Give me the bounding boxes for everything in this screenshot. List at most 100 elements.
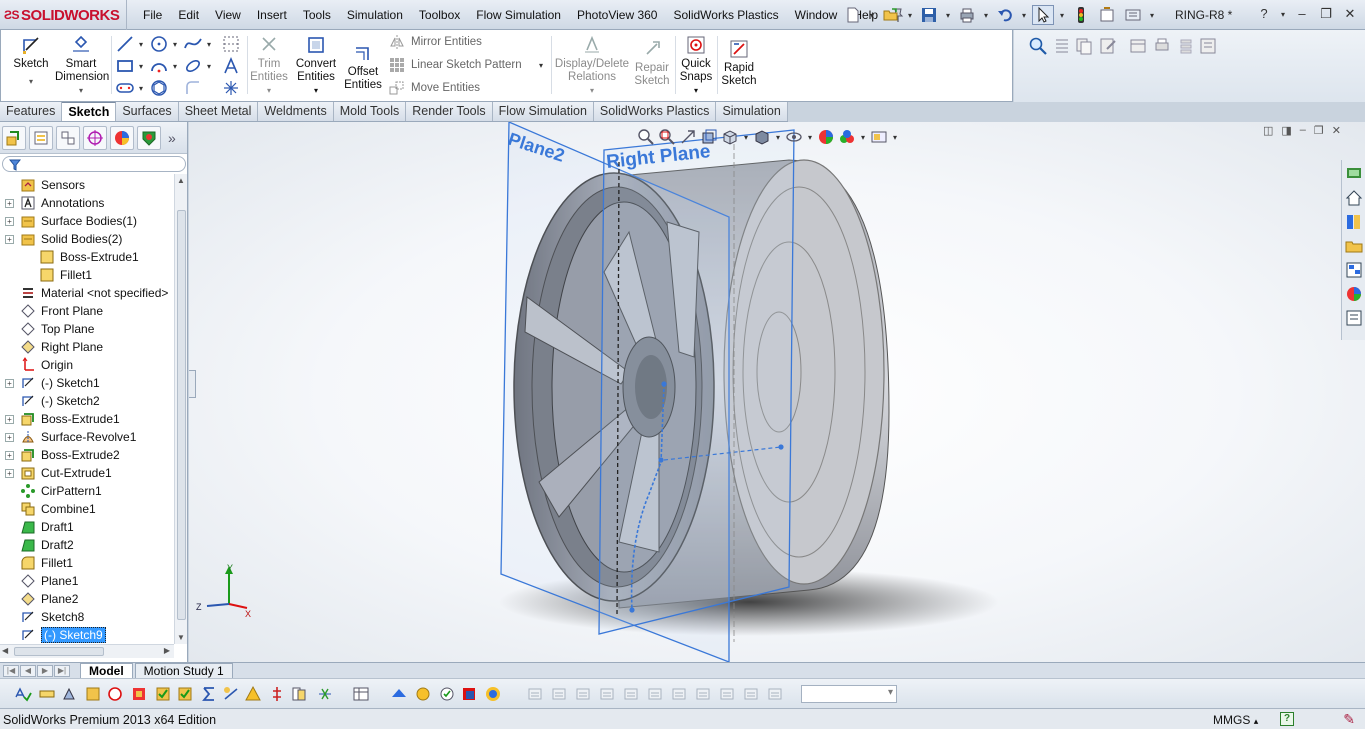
sketch-button[interactable]: Sketch ▾ xyxy=(11,34,51,88)
disabled-tool-icon[interactable] xyxy=(598,685,616,703)
tree-node-origin[interactable]: Origin xyxy=(0,356,174,374)
tab-model[interactable]: Model xyxy=(80,662,133,679)
zoom-to-fit-icon[interactable] xyxy=(637,128,655,146)
tree-node-sensors[interactable]: Sensors xyxy=(0,176,174,194)
tab-flow-simulation[interactable]: Flow Simulation xyxy=(492,102,594,121)
tree-node-fillet1[interactable]: Fillet1 xyxy=(0,554,174,572)
view-orientation-icon[interactable] xyxy=(721,128,739,146)
menu-simulation[interactable]: Simulation xyxy=(339,0,411,30)
deviation-analysis-icon[interactable] xyxy=(176,685,194,703)
apply-scene-icon[interactable] xyxy=(838,128,856,146)
polygon-tool-icon[interactable] xyxy=(149,78,169,98)
smart-dimension-button[interactable]: Smart Dimension ▾ xyxy=(55,34,109,97)
custom-properties-icon[interactable] xyxy=(1344,308,1364,328)
tree-node-sketch2[interactable]: (-) Sketch2 xyxy=(0,392,174,410)
render-tab[interactable] xyxy=(137,125,161,150)
tree-node-plane2[interactable]: Plane2 xyxy=(0,590,174,608)
stop-icon[interactable] xyxy=(460,685,478,703)
disabled-tool-icon[interactable] xyxy=(646,685,664,703)
display-style-icon[interactable] xyxy=(753,128,771,146)
options-icon[interactable] xyxy=(1122,5,1144,25)
tree-node-annotations[interactable]: + Annotations xyxy=(0,194,174,212)
zoom-area-icon[interactable] xyxy=(658,128,676,146)
disabled-tool-icon[interactable] xyxy=(550,685,568,703)
print-preview-icon[interactable] xyxy=(1152,36,1172,56)
expand-icon[interactable]: + xyxy=(5,468,14,478)
tab-sheet-metal[interactable]: Sheet Metal xyxy=(178,102,259,121)
tree-node-surface-revolve1[interactable]: + Surface-Revolve1 xyxy=(0,428,174,446)
thickness-icon[interactable] xyxy=(268,685,286,703)
list-icon[interactable] xyxy=(1052,36,1072,56)
table-icon[interactable] xyxy=(1128,36,1148,56)
expand-icon[interactable]: + xyxy=(5,234,14,244)
tree-node-draft1[interactable]: Draft1 xyxy=(0,518,174,536)
next-tab-icon[interactable]: ▶ xyxy=(37,664,53,677)
quick-snaps-button[interactable]: Quick Snaps ▾ xyxy=(677,34,715,97)
more-tabs-icon[interactable]: » xyxy=(168,130,176,146)
geometry-analysis-icon[interactable] xyxy=(130,685,148,703)
slot-tool-icon[interactable] xyxy=(115,78,135,98)
previous-view-icon[interactable] xyxy=(679,128,697,146)
home-icon[interactable] xyxy=(1344,188,1364,208)
tree-node-right-plane[interactable]: Right Plane xyxy=(0,338,174,356)
tree-vertical-scrollbar[interactable]: ▲ ▼ xyxy=(174,174,187,644)
disabled-tool-icon[interactable] xyxy=(670,685,688,703)
prev-tab-icon[interactable]: ◀ xyxy=(20,664,36,677)
tree-node-draft2[interactable]: Draft2 xyxy=(0,536,174,554)
help-icon[interactable]: ? xyxy=(1255,5,1273,23)
new-document-icon[interactable] xyxy=(842,5,864,25)
tree-scroll-thumb[interactable] xyxy=(177,210,186,620)
edit-appearance-icon[interactable] xyxy=(817,128,835,146)
menu-tools[interactable]: Tools xyxy=(295,0,339,30)
menu-file[interactable]: File xyxy=(135,0,170,30)
tab-render-tools[interactable]: Render Tools xyxy=(406,102,493,121)
preview-icon[interactable] xyxy=(438,685,456,703)
appearances-icon[interactable] xyxy=(1344,284,1364,304)
convert-entities-button[interactable]: Convert Entities ▾ xyxy=(291,34,341,97)
feature-tree-tab[interactable] xyxy=(2,125,26,150)
scroll-up-icon[interactable]: ▲ xyxy=(177,176,185,185)
panel-splitter-handle[interactable] xyxy=(189,370,196,398)
view-settings-icon[interactable] xyxy=(870,128,888,146)
tab-simulation[interactable]: Simulation xyxy=(716,102,788,121)
tree-node-solid-bodies-2[interactable]: + Solid Bodies(2) xyxy=(0,230,174,248)
tree-node-boss-extrude1[interactable]: Boss-Extrude1 xyxy=(0,248,174,266)
section-properties-icon[interactable] xyxy=(84,685,102,703)
last-tab-icon[interactable]: ▶| xyxy=(54,664,70,677)
menu-window[interactable]: Window xyxy=(787,0,846,30)
tree-horizontal-scrollbar[interactable]: ◀ ▶ xyxy=(0,644,174,658)
circle-tool-icon[interactable] xyxy=(149,34,169,54)
check-icon[interactable] xyxy=(106,685,124,703)
tab-sketch[interactable]: Sketch xyxy=(62,102,117,121)
minimize-icon[interactable]: – xyxy=(1293,5,1311,23)
expand-icon[interactable]: + xyxy=(5,414,14,424)
wheel-model[interactable]: Plane2 Right Plane xyxy=(189,122,1365,662)
sum-icon[interactable] xyxy=(200,685,218,703)
linear-sketch-pattern-button[interactable]: Linear Sketch Pattern ▾ xyxy=(389,57,543,73)
design-library-icon[interactable] xyxy=(1344,212,1364,232)
solidworks-resources-icon[interactable] xyxy=(1344,164,1364,184)
menu-flow-simulation[interactable]: Flow Simulation xyxy=(468,0,569,30)
layers-icon[interactable] xyxy=(1176,36,1196,56)
configuration-combo[interactable] xyxy=(801,685,897,703)
spline-tool-icon[interactable] xyxy=(183,34,203,54)
view-palette-icon[interactable] xyxy=(1344,260,1364,280)
configuration-manager-tab[interactable] xyxy=(56,125,80,150)
tab-motion-study-1[interactable]: Motion Study 1 xyxy=(134,662,233,679)
expand-icon[interactable]: + xyxy=(5,216,14,226)
tree-node-front-plane[interactable]: Front Plane xyxy=(0,302,174,320)
expand-icon[interactable]: + xyxy=(5,378,14,388)
rectangle-tool-icon[interactable] xyxy=(115,56,135,76)
menu-insert[interactable]: Insert xyxy=(249,0,295,30)
tree-node-material-not-specified[interactable]: Material <not specified> xyxy=(0,284,174,302)
report-icon[interactable] xyxy=(1198,36,1218,56)
disabled-tool-icon[interactable] xyxy=(622,685,640,703)
file-properties-icon[interactable] xyxy=(1096,5,1118,25)
property-manager-tab[interactable] xyxy=(29,125,53,150)
tab-surfaces[interactable]: Surfaces xyxy=(116,102,179,121)
photoview-icon[interactable] xyxy=(484,685,502,703)
tree-node-top-plane[interactable]: Top Plane xyxy=(0,320,174,338)
viewport-close-icon[interactable]: ✕ xyxy=(1332,124,1341,137)
trim-entities-button[interactable]: Trim Entities ▾ xyxy=(249,34,289,97)
fillet-tool-icon[interactable] xyxy=(183,78,203,98)
